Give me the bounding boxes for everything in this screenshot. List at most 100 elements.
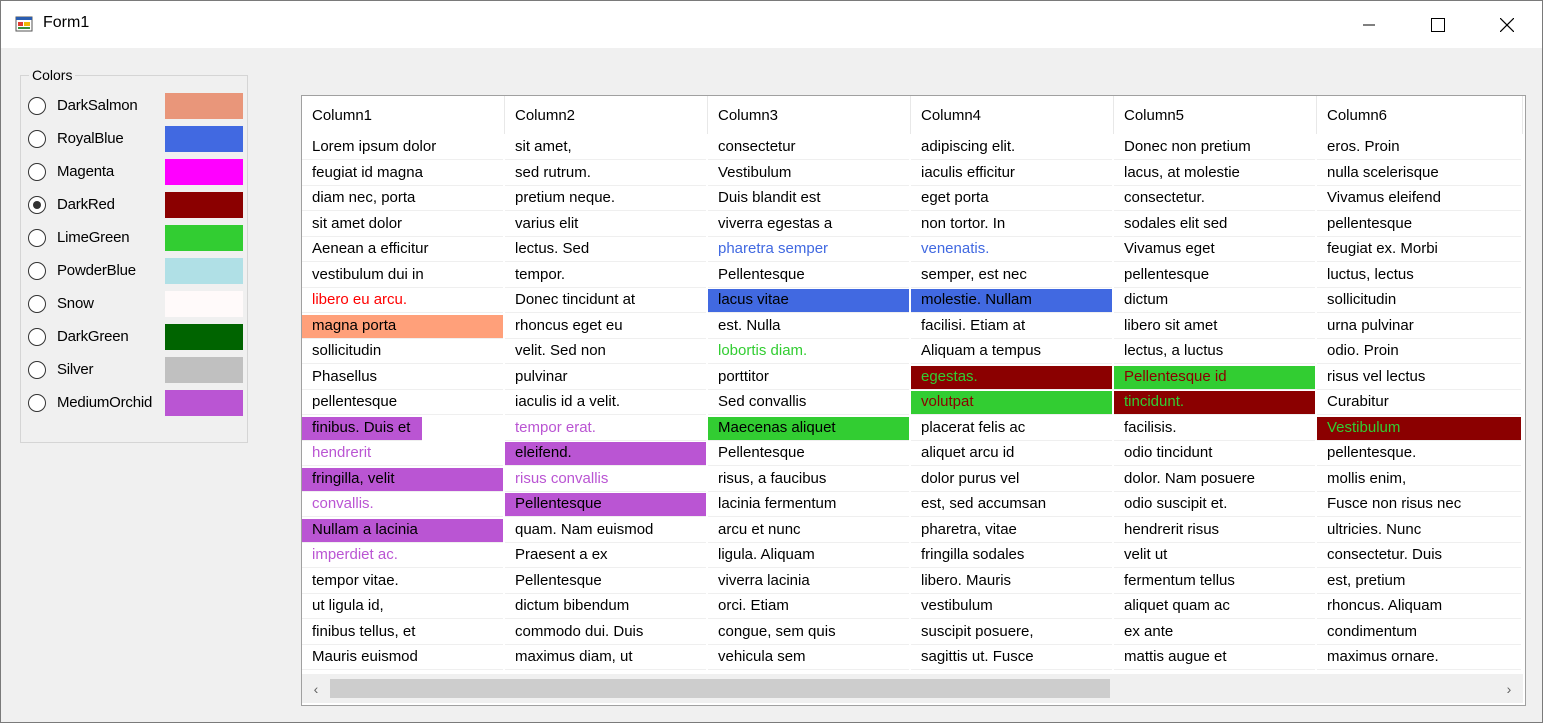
column-header[interactable]: Column1 bbox=[302, 96, 505, 134]
table-cell[interactable]: ut ligula id, bbox=[302, 595, 503, 619]
table-cell[interactable]: aliquet arcu id bbox=[911, 442, 1112, 466]
table-cell[interactable]: Donec non pretium bbox=[1114, 136, 1315, 160]
column-header[interactable]: Column2 bbox=[505, 96, 708, 134]
table-row[interactable]: ut ligula id, dictum bibendum orci. Etiam v… bbox=[302, 595, 1523, 621]
column-header[interactable]: Column5 bbox=[1114, 96, 1317, 134]
color-option-snow[interactable]: Snow bbox=[28, 291, 248, 319]
table-cell[interactable]: Maecenas aliquet bbox=[708, 416, 909, 441]
scroll-thumb[interactable] bbox=[330, 679, 1110, 698]
table-cell[interactable]: pulvinar bbox=[505, 366, 706, 390]
table-cell[interactable]: Duis blandit est bbox=[708, 187, 909, 211]
table-cell[interactable]: sagittis ut. Fusce bbox=[911, 646, 1112, 670]
table-cell[interactable]: arcu et nunc bbox=[708, 519, 909, 543]
table-cell[interactable]: Fusce non risus nec bbox=[1317, 493, 1521, 517]
table-cell[interactable]: ex ante bbox=[1114, 621, 1315, 645]
table-cell[interactable]: semper, est nec bbox=[911, 264, 1112, 288]
table-cell[interactable]: sodales elit sed bbox=[1114, 213, 1315, 237]
table-cell[interactable]: eleifend. bbox=[505, 442, 706, 466]
radio-button[interactable] bbox=[28, 394, 46, 412]
table-cell[interactable]: iaculis id a velit. bbox=[505, 391, 706, 415]
table-cell[interactable]: pellentesque bbox=[302, 391, 503, 415]
table-cell[interactable]: risus vel lectus bbox=[1317, 366, 1521, 390]
table-cell[interactable]: viverra lacinia bbox=[708, 570, 909, 594]
table-row[interactable]: Aenean a efficitur lectus. Sed pharetra se… bbox=[302, 238, 1523, 264]
table-row[interactable]: Phasellus pulvinar porttitor egestas. Pellen… bbox=[302, 365, 1523, 392]
table-cell[interactable]: vehicula sem bbox=[708, 646, 909, 670]
table-cell[interactable]: iaculis efficitur bbox=[911, 162, 1112, 186]
table-row[interactable]: feugiat id magna sed rutrum. Vestibulum iac… bbox=[302, 162, 1523, 188]
table-cell[interactable]: Vestibulum bbox=[708, 162, 909, 186]
table-row[interactable]: Nullam a lacinia quam. Nam euismod arcu et… bbox=[302, 518, 1523, 545]
table-cell[interactable]: Nullam a lacinia bbox=[302, 518, 503, 543]
table-cell[interactable]: venenatis. bbox=[911, 238, 1112, 262]
table-cell[interactable]: Vestibulum bbox=[1317, 416, 1521, 441]
table-cell[interactable]: Aenean a efficitur bbox=[302, 238, 503, 262]
table-cell[interactable]: vestibulum dui in bbox=[302, 264, 503, 288]
table-cell[interactable]: molestie. Nullam bbox=[911, 289, 1112, 313]
table-cell[interactable]: eros. Proin bbox=[1317, 136, 1521, 160]
column-header[interactable]: Column3 bbox=[708, 96, 911, 134]
table-cell[interactable]: Pellentesque bbox=[505, 570, 706, 594]
table-cell[interactable]: Vivamus eget bbox=[1114, 238, 1315, 262]
color-option-darksalmon[interactable]: DarkSalmon bbox=[28, 93, 248, 121]
table-row[interactable]: imperdiet ac. Praesent a ex ligula. Aliqua… bbox=[302, 544, 1523, 570]
table-cell[interactable]: quam. Nam euismod bbox=[505, 519, 706, 543]
table-row[interactable]: Lorem ipsum dolor sit amet, consectetur adi… bbox=[302, 136, 1523, 162]
table-cell[interactable]: Praesent a ex bbox=[505, 544, 706, 568]
color-option-powderblue[interactable]: PowderBlue bbox=[28, 258, 248, 286]
table-cell[interactable]: consectetur. bbox=[1114, 187, 1315, 211]
table-cell[interactable]: Pellentesque bbox=[708, 264, 909, 288]
table-row[interactable]: convallis. Pellentesque lacinia fermentum e… bbox=[302, 493, 1523, 519]
table-cell[interactable]: rhoncus eget eu bbox=[505, 315, 706, 339]
table-cell[interactable]: porttitor bbox=[708, 366, 909, 390]
table-cell[interactable]: pellentesque bbox=[1114, 264, 1315, 288]
table-cell[interactable]: tincidunt. bbox=[1114, 391, 1315, 415]
table-cell[interactable]: suscipit posuere, bbox=[911, 621, 1112, 645]
table-cell[interactable]: libero. Mauris bbox=[911, 570, 1112, 594]
scroll-right-icon[interactable]: › bbox=[1495, 674, 1523, 703]
table-cell[interactable]: Curabitur bbox=[1317, 391, 1521, 415]
table-row[interactable]: Mauris euismod maximus diam, ut vehicula s… bbox=[302, 646, 1523, 672]
radio-button[interactable] bbox=[28, 130, 46, 148]
table-row[interactable]: sollicitudin velit. Sed non lobortis diam.… bbox=[302, 340, 1523, 366]
table-cell[interactable]: pellentesque bbox=[1317, 213, 1521, 237]
table-cell[interactable]: adipiscing elit. bbox=[911, 136, 1112, 160]
radio-button[interactable] bbox=[28, 196, 46, 214]
data-grid[interactable]: Column1 Column2 Column3 Column4 Column5 Colum… bbox=[301, 95, 1526, 706]
table-cell[interactable]: Sed convallis bbox=[708, 391, 909, 415]
table-cell[interactable]: commodo dui. Duis bbox=[505, 621, 706, 645]
column-header[interactable]: Column6 bbox=[1317, 96, 1523, 134]
table-cell[interactable]: Pellentesque id bbox=[1114, 365, 1315, 390]
color-option-royalblue[interactable]: RoyalBlue bbox=[28, 126, 248, 154]
table-row[interactable]: pellentesque iaculis id a velit. Sed conva… bbox=[302, 391, 1523, 417]
color-option-darkred[interactable]: DarkRed bbox=[28, 192, 248, 220]
table-cell[interactable]: Mauris euismod bbox=[302, 646, 503, 670]
table-cell[interactable]: lobortis diam. bbox=[708, 340, 909, 364]
table-cell[interactable]: feugiat id magna bbox=[302, 162, 503, 186]
table-cell[interactable]: sit amet, bbox=[505, 136, 706, 160]
table-cell[interactable]: est, pretium bbox=[1317, 570, 1521, 594]
table-cell[interactable]: non tortor. In bbox=[911, 213, 1112, 237]
table-cell[interactable]: mattis augue et bbox=[1114, 646, 1315, 670]
table-cell[interactable]: lacus vitae bbox=[708, 289, 909, 313]
table-cell[interactable]: consectetur bbox=[708, 136, 909, 160]
table-cell[interactable]: orci. Etiam bbox=[708, 595, 909, 619]
table-cell[interactable]: feugiat ex. Morbi bbox=[1317, 238, 1521, 262]
table-cell[interactable]: Aliquam a tempus bbox=[911, 340, 1112, 364]
horizontal-scrollbar[interactable]: ‹ › bbox=[302, 674, 1523, 703]
color-option-darkgreen[interactable]: DarkGreen bbox=[28, 324, 248, 352]
table-cell[interactable]: risus, a faucibus bbox=[708, 468, 909, 492]
table-row[interactable]: libero eu arcu. Donec tincidunt at lacus v… bbox=[302, 289, 1523, 315]
table-cell[interactable]: viverra egestas a bbox=[708, 213, 909, 237]
table-cell[interactable]: finibus tellus, et bbox=[302, 621, 503, 645]
table-cell[interactable]: facilisi. Etiam at bbox=[911, 315, 1112, 339]
scroll-left-icon[interactable]: ‹ bbox=[302, 674, 330, 703]
color-option-limegreen[interactable]: LimeGreen bbox=[28, 225, 248, 253]
radio-button[interactable] bbox=[28, 97, 46, 115]
table-cell[interactable]: libero sit amet bbox=[1114, 315, 1315, 339]
minimize-button[interactable] bbox=[1346, 1, 1392, 48]
table-cell[interactable]: Pellentesque bbox=[708, 442, 909, 466]
table-cell[interactable]: volutpat bbox=[911, 391, 1112, 415]
table-cell[interactable]: odio tincidunt bbox=[1114, 442, 1315, 466]
table-row[interactable]: hendrerit eleifend. Pellentesque aliquet ar… bbox=[302, 442, 1523, 468]
